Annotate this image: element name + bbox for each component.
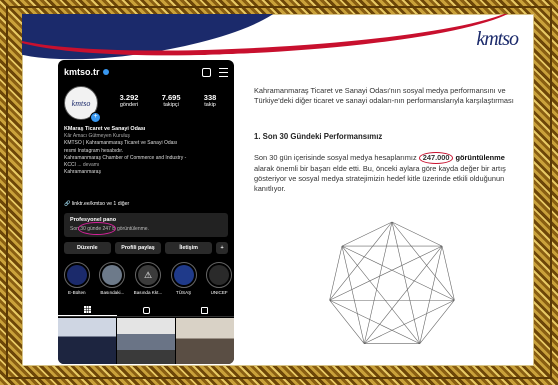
profile-actions: Düzenle Profili paylaş İletişim +: [64, 242, 229, 254]
story-highlights: E-Bülten Basındaki... ⚠ Basında Kkt... T…: [62, 262, 234, 295]
heptagram-line: [391, 221, 421, 344]
heptagram-line: [329, 245, 443, 301]
heptagram-line: [391, 221, 455, 301]
views-highlight: 247.000: [418, 152, 454, 164]
highlight-item[interactable]: E-Bülten: [62, 262, 92, 295]
profile-category: Kâr Amacı Gütmeyen Kuruluş: [64, 133, 130, 140]
highlight-item[interactable]: TÜSAŞ: [169, 262, 199, 295]
highlight-item[interactable]: Basındaki...: [98, 262, 128, 295]
add-person-icon[interactable]: +: [216, 242, 229, 254]
verified-badge-icon: [102, 69, 109, 75]
heptagram-line: [364, 299, 455, 344]
heptagram-line: [341, 245, 455, 301]
tagged-icon: [201, 306, 209, 314]
grid-icon: [83, 306, 91, 313]
profile-location: Kahramanmaraş: [64, 169, 101, 176]
profile-tabs: [58, 304, 234, 317]
instagram-profile-screenshot: kmtso.tr kmtso + 3.292 gönderi 7.695 tak…: [58, 60, 234, 364]
heptagram-line: [363, 245, 443, 344]
kmtso-logo: kmtso: [476, 28, 519, 50]
highlight-item[interactable]: ⚠ Basında Kkt...: [133, 262, 163, 295]
contact-button[interactable]: İletişim: [165, 242, 213, 254]
post-thumbnail[interactable]: [176, 318, 234, 364]
bio-line: KMTSO | Kahramanmaraş Ticaret ve Sanayi …: [64, 140, 178, 147]
menu-icon[interactable]: [219, 67, 228, 77]
bio-line: resmi Instagram hesabıdır.: [64, 147, 124, 154]
stat-followers[interactable]: 7.695 takipçi: [162, 93, 181, 108]
bio-line: KCCI ... devamı: [64, 162, 100, 169]
section-title: 1. Son 30 Gündeki Performansımız: [254, 132, 383, 141]
highlight-circle-annotation: [78, 222, 116, 235]
professional-dashboard[interactable]: Profesyonel pano Son 30 günde 247 B görü…: [64, 213, 228, 237]
profile-link[interactable]: 🔗 linktr.ee/kmtso ve 1 diğer: [64, 201, 129, 207]
heptagram-line: [341, 221, 393, 247]
highlight-item[interactable]: UNICEF: [204, 262, 234, 295]
stat-posts[interactable]: 3.292 gönderi: [120, 93, 139, 108]
presentation-slide: kmtso kmtso.tr kmtso + 3.292 gönderi 7.6…: [22, 14, 534, 366]
slide-intro: Kahramanmaraş Ticaret ve Sanayi Odası'nı…: [254, 86, 514, 105]
bio-more-link[interactable]: ... devamı: [77, 162, 99, 168]
share-profile-button[interactable]: Profili paylaş: [114, 242, 162, 254]
profile-bio: KMaraş Ticaret ve Sanayi Odası Kâr Amacı…: [64, 126, 230, 176]
posts-grid: [58, 318, 234, 364]
heptagram-line: [391, 221, 443, 247]
reels-icon: [142, 306, 150, 314]
section-paragraph: Son 30 gün içerisinde sosyal medya hesap…: [254, 152, 506, 193]
tab-tagged[interactable]: [175, 304, 234, 316]
post-thumbnail[interactable]: [117, 318, 175, 364]
heptagram-decoration: [329, 221, 455, 344]
profile-stats: 3.292 gönderi 7.695 takipçi 338 takip: [108, 93, 228, 108]
add-story-icon[interactable]: +: [90, 112, 101, 123]
tab-reels[interactable]: [117, 304, 176, 316]
tab-posts[interactable]: [58, 304, 117, 316]
profile-header-bar: kmtso.tr: [64, 66, 228, 78]
heptagram-line: [341, 245, 421, 344]
heptagram-line: [363, 221, 393, 344]
stat-following[interactable]: 338 takip: [204, 93, 217, 108]
profile-name: KMaraş Ticaret ve Sanayi Odası: [64, 126, 146, 132]
heptagram-line: [329, 221, 393, 301]
bio-line: Kahramanmaraş Chamber of Commerce and In…: [64, 154, 187, 161]
add-post-icon[interactable]: [202, 67, 211, 77]
post-thumbnail[interactable]: [58, 318, 116, 364]
profile-username[interactable]: kmtso.tr: [64, 67, 100, 77]
link-icon: 🔗: [64, 201, 72, 207]
edit-profile-button[interactable]: Düzenle: [64, 242, 111, 254]
heptagram-line: [329, 299, 420, 344]
